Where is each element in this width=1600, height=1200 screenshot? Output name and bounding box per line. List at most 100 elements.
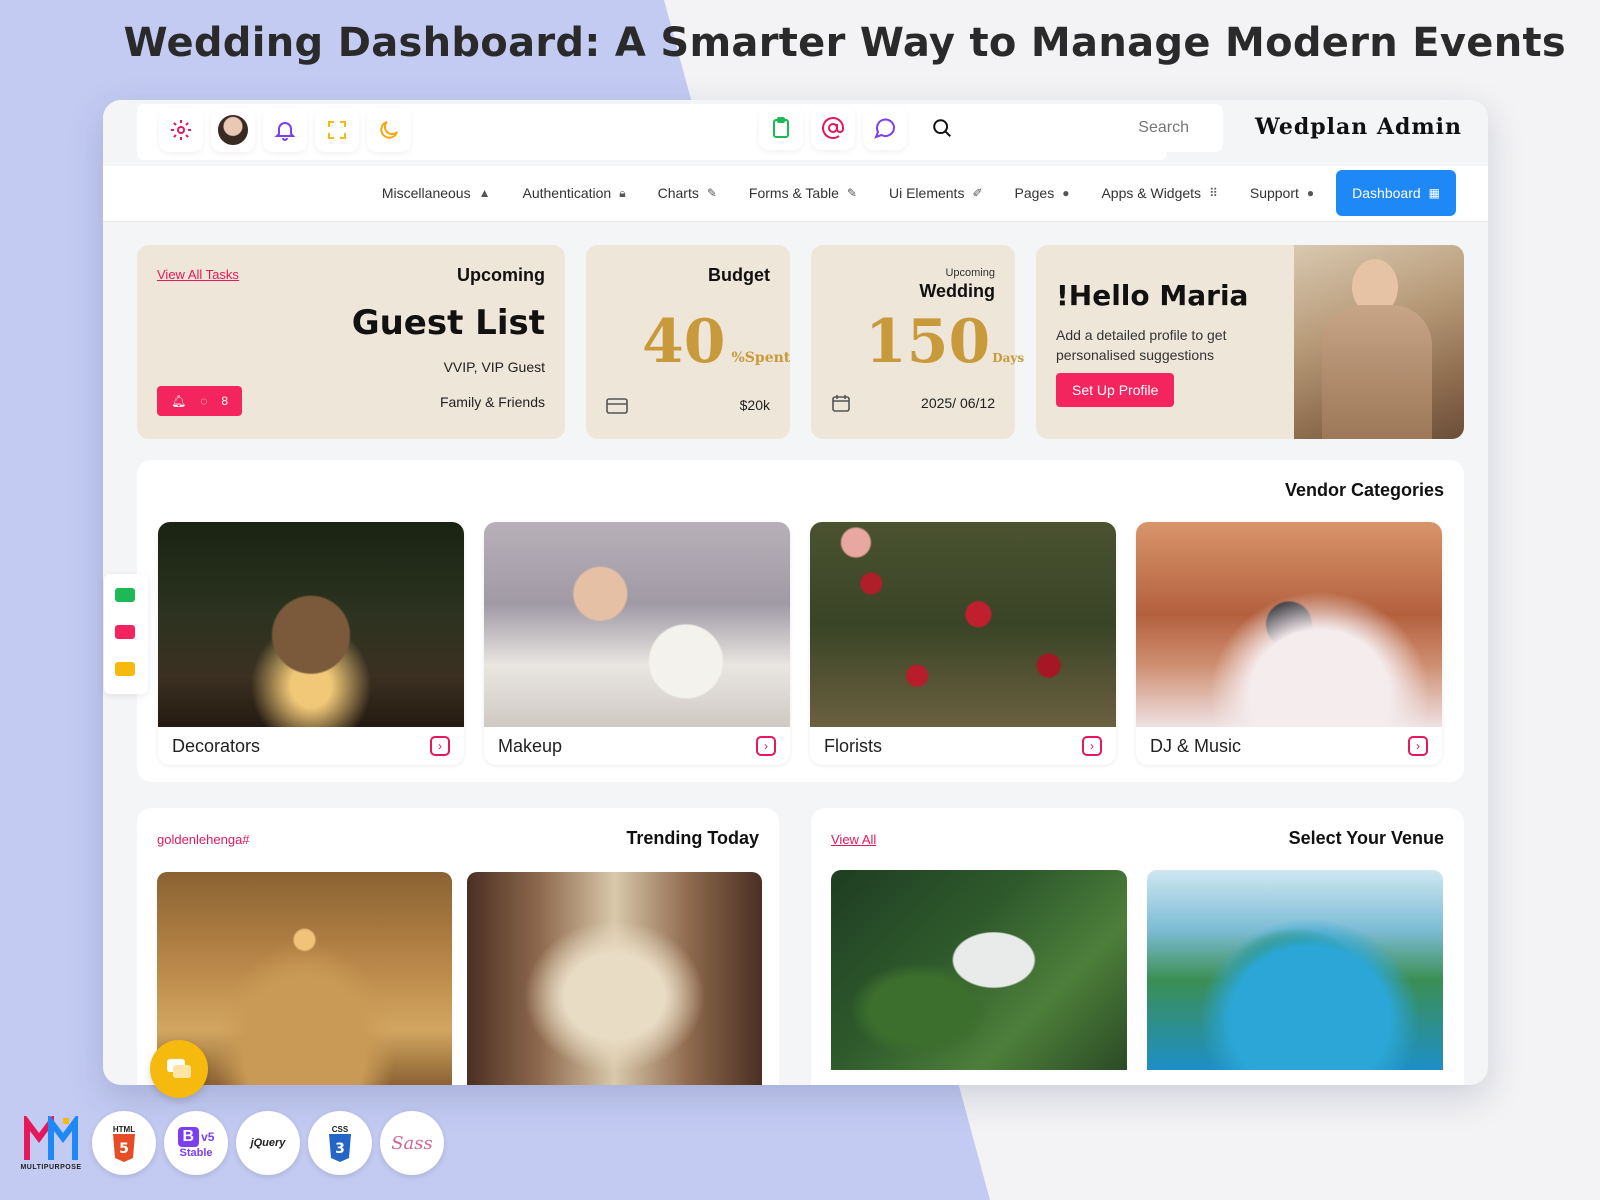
guest-title: Guest List (351, 303, 545, 343)
nav-label: Ui Elements (888, 185, 965, 201)
trending-title: Trending Today (626, 828, 759, 848)
brand-title: Wedplan Admin (1254, 114, 1462, 140)
budget-value: 40 (642, 307, 726, 377)
search-input[interactable] (953, 108, 1203, 148)
trending-tag[interactable]: goldenlehenga# (157, 832, 250, 847)
clipboard-icon (773, 117, 789, 138)
nav-item-charts[interactable]: Charts ✎ (642, 170, 733, 216)
profile-button[interactable] (211, 108, 255, 152)
top-bar: Wedplan Admin (103, 100, 1488, 166)
vendor-card-decorators[interactable]: Decorators › (158, 522, 464, 765)
floating-chat-button[interactable] (150, 1040, 208, 1098)
html5-badge: HTML 5 (92, 1111, 156, 1175)
nav-item-forms-table[interactable]: Forms & Table ✎ (733, 170, 873, 216)
bootstrap-stable-label: Stable (179, 1147, 213, 1159)
credit-card-icon (606, 398, 628, 414)
notifications-button[interactable] (263, 108, 307, 152)
arrow-right-icon[interactable]: › (430, 736, 450, 756)
dashboard-window: Wedplan Admin Miscellaneous ▲ Authenticat… (103, 100, 1488, 1085)
edit-icon: ✐ (972, 186, 983, 200)
arrow-right-icon[interactable]: › (1408, 736, 1428, 756)
at-sign-icon (822, 117, 844, 139)
sass-badge: Sass (380, 1111, 444, 1175)
guest-line-1: VVIP, VIP Guest (443, 359, 545, 375)
pin-icon: ✎ (846, 186, 857, 200)
vendor-card-dj-music[interactable]: DJ & Music › (1136, 522, 1442, 765)
welcome-title: !Hello Maria (1056, 279, 1249, 312)
camera-icon[interactable] (115, 588, 135, 602)
nav-item-miscellaneous[interactable]: Miscellaneous ▲ (366, 170, 507, 216)
view-all-tasks-link[interactable]: View All Tasks (157, 267, 239, 282)
decorators-image (158, 522, 464, 727)
nav-item-pages[interactable]: Pages ● (999, 170, 1086, 216)
nav-label: Apps & Widgets (1101, 185, 1202, 201)
search-icon[interactable] (931, 117, 953, 139)
chat-icon[interactable] (115, 662, 135, 676)
bootstrap-badge: B v5 Stable (164, 1111, 228, 1175)
page-headline: Wedding Dashboard: A Smarter Way to Mana… (123, 20, 1566, 66)
budget-amount: $20k (739, 397, 770, 413)
nav-item-apps-widgets[interactable]: Apps & Widgets ⠿ (1085, 170, 1233, 216)
trending-panel: goldenlehenga# Trending Today (137, 808, 779, 1085)
pin-icon: ✎ (706, 186, 717, 200)
css-badge-label: CSS (331, 1124, 349, 1134)
wedding-countdown-card: Upcoming Wedding 150 Days 2025/ 06/12 (811, 245, 1024, 439)
html5-icon: 5 (113, 1133, 135, 1162)
warning-icon: ▲ (478, 186, 491, 200)
comment-count: 8 (221, 394, 229, 408)
nav-item-support[interactable]: Support ● (1234, 170, 1330, 216)
html-badge-label: HTML (112, 1124, 136, 1134)
nav-label: Miscellaneous (381, 185, 471, 201)
dark-mode-toggle[interactable] (367, 108, 411, 152)
arrow-right-icon[interactable]: › (1082, 736, 1102, 756)
mention-button[interactable] (811, 106, 855, 150)
welcome-card: !Hello Maria Add a detailed profile to g… (1036, 245, 1464, 439)
dj-music-image (1136, 522, 1442, 727)
css3-badge: CSS 3 (308, 1111, 372, 1175)
setup-profile-button[interactable]: Set Up Profile (1056, 373, 1175, 407)
vendor-categories-panel: Vendor Categories Decorators › Makeup › Fl… (137, 460, 1464, 782)
multipurpose-logo-mark (24, 1115, 78, 1160)
makeup-image (484, 522, 790, 727)
wedding-days-suffix: Days (992, 351, 1025, 365)
vendor-card-makeup[interactable]: Makeup › (484, 522, 790, 765)
venue-image-1[interactable] (831, 870, 1127, 1070)
venue-image-2[interactable] (1147, 870, 1443, 1070)
wedding-date: 2025/ 06/12 (921, 395, 995, 411)
multipurpose-logo-text: MULTIPURPOSE (20, 1163, 82, 1171)
wedding-days-value: 150 (865, 307, 991, 377)
arrow-right-icon[interactable]: › (756, 736, 776, 756)
image-icon[interactable] (115, 625, 135, 639)
clipboard-button[interactable] (759, 106, 803, 150)
multipurpose-logo: MULTIPURPOSE (18, 1108, 84, 1178)
css3-icon: 3 (329, 1133, 351, 1162)
bootstrap-version: v5 (201, 1130, 215, 1144)
nav-label: Charts (657, 185, 699, 201)
nav-item-authentication[interactable]: Authentication 🔒︎ (506, 170, 641, 216)
nav-item-ui-elements[interactable]: Ui Elements ✐ (873, 170, 999, 216)
nav-label: Pages (1014, 185, 1055, 201)
trending-image-2[interactable] (467, 872, 762, 1085)
grid-icon: ⠿ (1209, 186, 1218, 200)
vendor-card-florists[interactable]: Florists › (810, 522, 1116, 765)
messages-button[interactable] (863, 106, 907, 150)
jquery-badge: jQuery (236, 1111, 300, 1175)
settings-button[interactable] (159, 108, 203, 152)
bell-icon: 🔔︎ (171, 394, 187, 408)
sass-label: Sass (391, 1132, 433, 1154)
vendor-categories-title: Vendor Categories (1284, 480, 1444, 500)
chat-bubble-icon: ● (1306, 186, 1315, 200)
moon-icon (380, 121, 398, 139)
bell-icon (274, 122, 296, 141)
nav-item-dashboard[interactable]: Dashboard ▦ (1336, 170, 1456, 216)
view-all-venues-link[interactable]: View All (831, 832, 876, 847)
guest-actions-pill[interactable]: 🔔︎ ◌ 8 (157, 386, 243, 416)
nav-label: Support (1249, 185, 1299, 201)
nav-items: Miscellaneous ▲ Authentication 🔒︎ Charts ✎ … (366, 170, 1456, 216)
vendor-label: Florists (824, 735, 882, 756)
main-nav: Miscellaneous ▲ Authentication 🔒︎ Charts ✎ … (103, 166, 1488, 222)
nav-label: Dashboard (1352, 185, 1421, 201)
guest-line-2: Family & Friends (439, 394, 545, 410)
avatar (216, 113, 250, 147)
fullscreen-button[interactable] (315, 108, 359, 152)
